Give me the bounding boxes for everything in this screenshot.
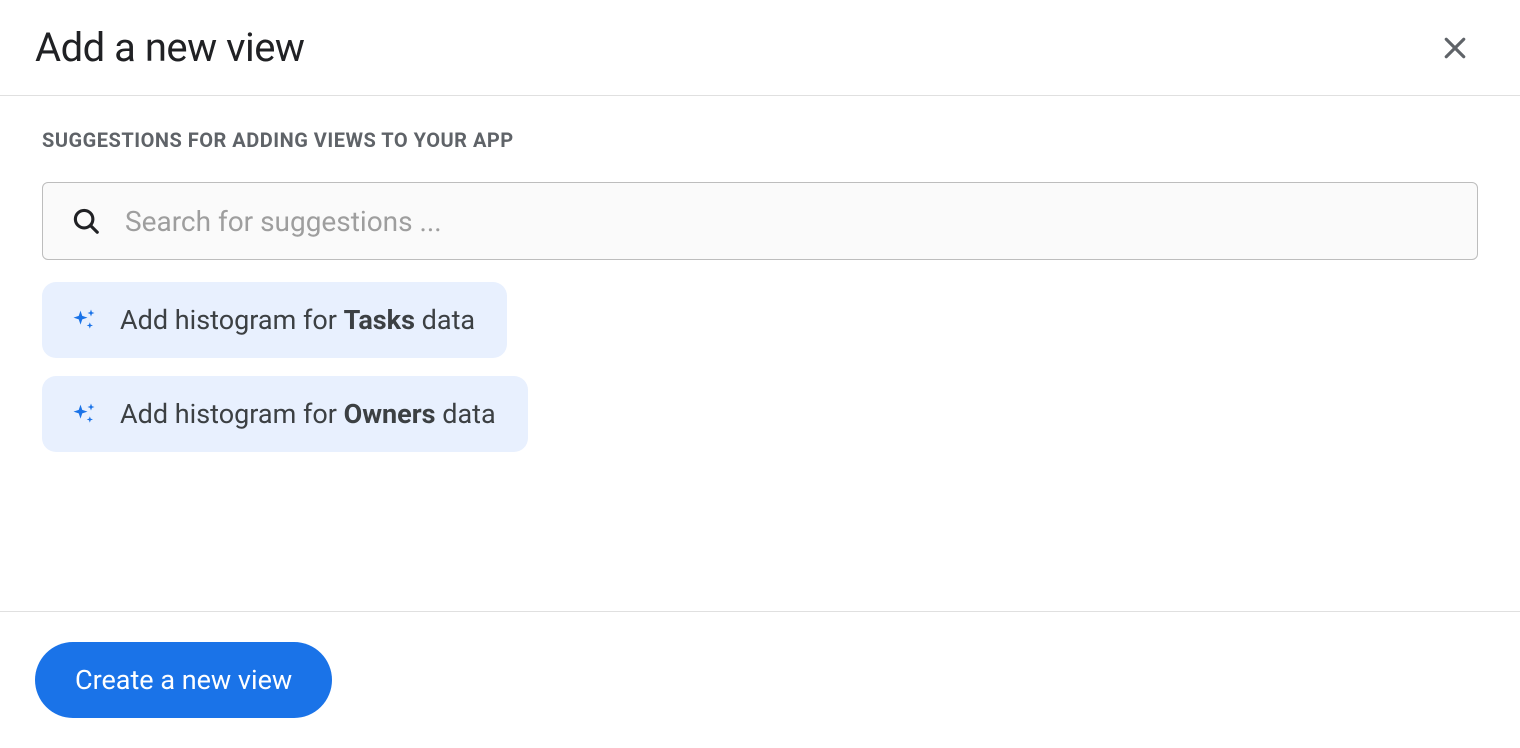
search-icon — [71, 206, 101, 236]
close-icon — [1440, 33, 1470, 63]
sparkle-icon — [70, 400, 98, 428]
suggestion-chip[interactable]: Add histogram for Owners data — [42, 376, 528, 452]
create-view-button[interactable]: Create a new view — [35, 642, 332, 718]
dialog-footer: Create a new view — [0, 611, 1520, 748]
close-button[interactable] — [1432, 25, 1478, 71]
suggestion-text: Add histogram for Tasks data — [120, 304, 475, 336]
dialog-content: SUGGESTIONS FOR ADDING VIEWS TO YOUR APP… — [0, 96, 1520, 470]
sparkle-icon — [70, 306, 98, 334]
suggestion-chip[interactable]: Add histogram for Tasks data — [42, 282, 507, 358]
search-input[interactable] — [125, 205, 1449, 238]
dialog-header: Add a new view — [0, 0, 1520, 96]
suggestion-text: Add histogram for Owners data — [120, 398, 496, 430]
dialog-title: Add a new view — [35, 24, 304, 71]
section-label: SUGGESTIONS FOR ADDING VIEWS TO YOUR APP — [42, 128, 1478, 152]
search-container[interactable] — [42, 182, 1478, 260]
